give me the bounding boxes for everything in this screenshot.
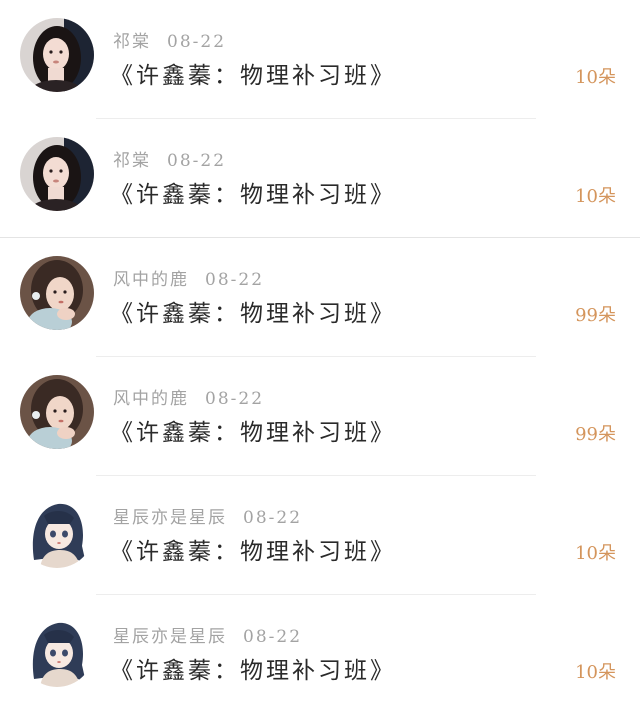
book-title[interactable]: 《许鑫蓁：物理补习班》 xyxy=(110,651,396,685)
comment-date: 08-22 xyxy=(167,32,227,52)
gift-amount: 99朵 xyxy=(575,424,616,445)
comment-date: 08-22 xyxy=(243,508,303,528)
comment-meta: 祁棠 08-22 xyxy=(113,27,226,52)
list-item[interactable]: 风中的鹿 08-22 《许鑫蓁：物理补习班》 99朵 xyxy=(0,238,640,357)
username[interactable]: 星辰亦是星辰 xyxy=(113,508,227,528)
username[interactable]: 祁棠 xyxy=(113,151,151,171)
avatar-dark-hair-girl-icon[interactable] xyxy=(20,18,94,92)
comment-date: 08-22 xyxy=(205,270,265,290)
avatar-illustrated-girl-icon[interactable] xyxy=(20,256,94,330)
username[interactable]: 风中的鹿 xyxy=(113,389,189,409)
list-item[interactable]: 风中的鹿 08-22 《许鑫蓁：物理补习班》 99朵 xyxy=(0,357,640,476)
comment-meta: 风中的鹿 08-22 xyxy=(113,265,264,290)
list-item[interactable]: 星辰亦是星辰 08-22 《许鑫蓁：物理补习班》 10朵 xyxy=(0,476,640,595)
avatar-anime-girl-icon[interactable] xyxy=(20,494,94,568)
list-item[interactable]: 星辰亦是星辰 08-22 《许鑫蓁：物理补习班》 10朵 xyxy=(0,595,640,714)
comment-date: 08-22 xyxy=(167,151,227,171)
comment-meta: 星辰亦是星辰 08-22 xyxy=(113,622,302,647)
username[interactable]: 祁棠 xyxy=(113,32,151,52)
comment-date: 08-22 xyxy=(243,627,303,647)
gift-amount: 99朵 xyxy=(575,305,616,326)
comment-meta: 祁棠 08-22 xyxy=(113,146,226,171)
book-title[interactable]: 《许鑫蓁：物理补习班》 xyxy=(110,413,396,447)
username[interactable]: 星辰亦是星辰 xyxy=(113,627,227,647)
comment-meta: 星辰亦是星辰 08-22 xyxy=(113,503,302,528)
gift-amount: 10朵 xyxy=(575,186,616,207)
list-item[interactable]: 祁棠 08-22 《许鑫蓁：物理补习班》 10朵 xyxy=(0,0,640,119)
gift-list: 祁棠 08-22 《许鑫蓁：物理补习班》 10朵 祁棠 08-22 《许鑫蓁：物理补… xyxy=(0,0,640,710)
avatar-anime-girl-icon[interactable] xyxy=(20,613,94,687)
gift-amount: 10朵 xyxy=(575,543,616,564)
book-title[interactable]: 《许鑫蓁：物理补习班》 xyxy=(110,175,396,209)
username[interactable]: 风中的鹿 xyxy=(113,270,189,290)
book-title[interactable]: 《许鑫蓁：物理补习班》 xyxy=(110,56,396,90)
gift-amount: 10朵 xyxy=(575,662,616,683)
comment-date: 08-22 xyxy=(205,389,265,409)
gift-amount: 10朵 xyxy=(575,67,616,88)
book-title[interactable]: 《许鑫蓁：物理补习班》 xyxy=(110,532,396,566)
book-title[interactable]: 《许鑫蓁：物理补习班》 xyxy=(110,294,396,328)
avatar-illustrated-girl-icon[interactable] xyxy=(20,375,94,449)
list-item[interactable]: 祁棠 08-22 《许鑫蓁：物理补习班》 10朵 xyxy=(0,119,640,238)
avatar-dark-hair-girl-icon[interactable] xyxy=(20,137,94,211)
comment-meta: 风中的鹿 08-22 xyxy=(113,384,264,409)
